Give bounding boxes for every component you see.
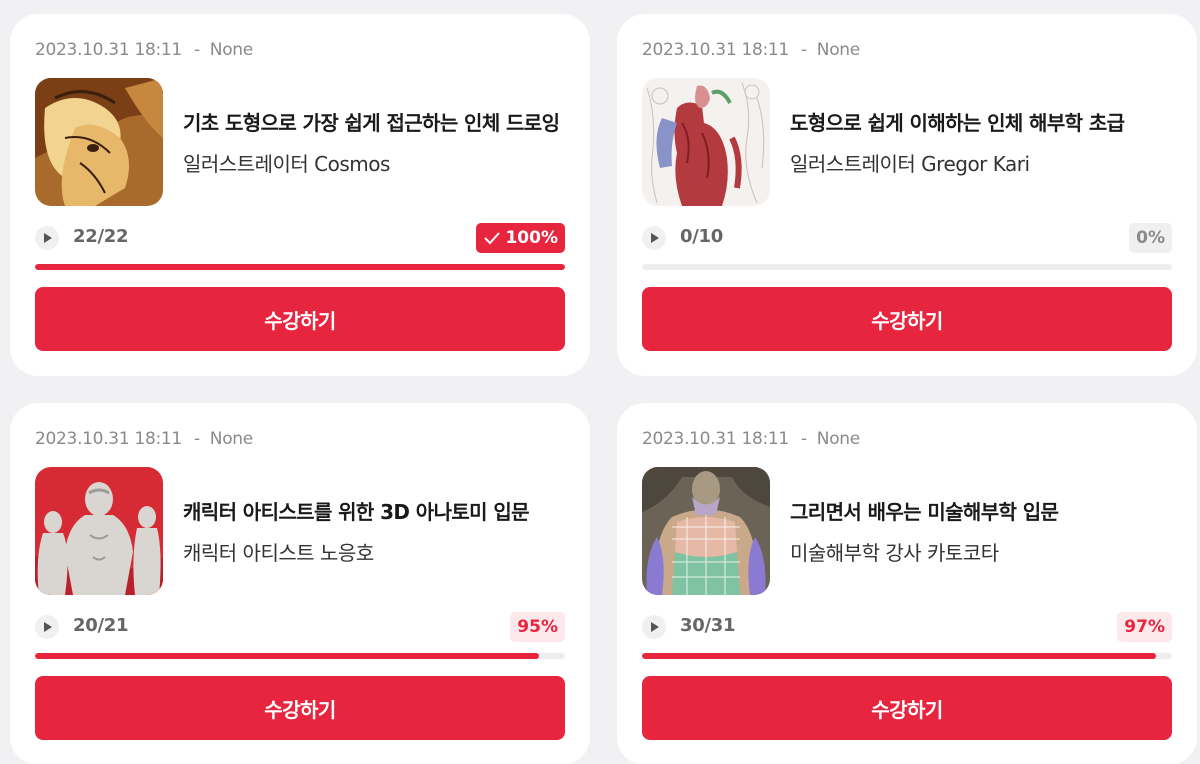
progress-fill: [35, 264, 565, 270]
lesson-count: 22/22: [73, 226, 129, 247]
lesson-count: 20/21: [73, 615, 129, 636]
progress-bar: [642, 264, 1172, 270]
progress-percent: 95%: [517, 617, 558, 637]
enroll-button[interactable]: 수강하기: [642, 287, 1172, 351]
lesson-count: 30/31: [680, 615, 736, 636]
course-instructor: 캐릭터 아티스트 노응호: [183, 540, 374, 565]
course-stats: 22/22 100%: [35, 223, 565, 253]
play-icon: [642, 226, 666, 250]
check-icon: [484, 232, 501, 245]
course-instructor: 미술해부학 강사 카토코타: [790, 540, 999, 565]
progress-badge: 0%: [1129, 223, 1172, 253]
progress-percent: 100%: [505, 228, 558, 248]
course-date: 2023.10.31 18:11: [35, 429, 182, 449]
course-card: 2023.10.31 18:11- None 기초 도형으로 가장 쉽게 접근하는…: [10, 14, 590, 376]
course-title[interactable]: 그리면서 배우는 미술해부학 입문: [790, 497, 1175, 527]
course-meta: 2023.10.31 18:11- None: [35, 429, 253, 449]
course-date: 2023.10.31 18:11: [35, 40, 182, 60]
course-meta: 2023.10.31 18:11- None: [642, 40, 860, 60]
play-icon: [35, 226, 59, 250]
course-date: 2023.10.31 18:11: [642, 429, 789, 449]
lesson-count: 0/10: [680, 226, 723, 247]
progress-badge: 95%: [510, 612, 565, 642]
course-info: 그리면서 배우는 미술해부학 입문 미술해부학 강사 카토코타: [790, 467, 1175, 595]
course-info: 도형으로 쉽게 이해하는 인체 해부학 초급 일러스트레이터 Gregor Ka…: [790, 78, 1175, 206]
progress-badge: 100%: [476, 223, 565, 253]
course-stats: 30/31 97%: [642, 612, 1172, 642]
course-meta: 2023.10.31 18:11- None: [35, 40, 253, 60]
course-card: 2023.10.31 18:11- None 도형으로 쉽게 이해하는 인체 해…: [617, 14, 1197, 376]
course-thumbnail[interactable]: [642, 467, 770, 595]
progress-bar: [35, 653, 565, 659]
course-title[interactable]: 캐릭터 아티스트를 위한 3D 아나토미 입문: [183, 497, 568, 527]
course-thumbnail[interactable]: [642, 78, 770, 206]
course-status: None: [816, 429, 860, 449]
progress-fill: [35, 653, 539, 659]
progress-bar: [642, 653, 1172, 659]
course-card: 2023.10.31 18:11-None 그리면서 배우는 미술해부학 입문: [617, 403, 1197, 764]
course-info: 기초 도형으로 가장 쉽게 접근하는 인체 드로잉 일러스트레이터 Cosmos: [183, 78, 568, 206]
course-title[interactable]: 도형으로 쉽게 이해하는 인체 해부학 초급: [790, 108, 1175, 138]
course-thumbnail[interactable]: [35, 78, 163, 206]
play-icon: [642, 615, 666, 639]
progress-percent: 97%: [1124, 617, 1165, 637]
course-instructor: 일러스트레이터 Gregor Kari: [790, 151, 1030, 176]
enroll-button[interactable]: 수강하기: [35, 287, 565, 351]
progress-percent: 0%: [1136, 228, 1165, 248]
course-date: 2023.10.31 18:11: [642, 40, 789, 60]
course-status: None: [209, 40, 253, 60]
progress-badge: 97%: [1117, 612, 1172, 642]
course-info: 캐릭터 아티스트를 위한 3D 아나토미 입문 캐릭터 아티스트 노응호: [183, 467, 568, 595]
course-instructor: 일러스트레이터 Cosmos: [183, 151, 390, 176]
course-stats: 20/21 95%: [35, 612, 565, 642]
course-meta: 2023.10.31 18:11- None: [642, 429, 860, 449]
thumbnail-illustration: [642, 467, 770, 595]
enroll-button[interactable]: 수강하기: [642, 676, 1172, 740]
enroll-button[interactable]: 수강하기: [35, 676, 565, 740]
play-icon: [35, 615, 59, 639]
course-status: None: [816, 40, 860, 60]
thumbnail-illustration: [35, 78, 163, 206]
course-thumbnail[interactable]: [35, 467, 163, 595]
course-title[interactable]: 기초 도형으로 가장 쉽게 접근하는 인체 드로잉: [183, 108, 568, 138]
thumbnail-illustration: [35, 467, 163, 595]
course-grid: 2023.10.31 18:11- None 기초 도형으로 가장 쉽게 접근하는…: [0, 0, 1200, 764]
course-card: 2023.10.31 18:11- None 캐릭터 아티스트를 위한 3D 아나: [10, 403, 590, 764]
progress-bar: [35, 264, 565, 270]
course-status: None: [209, 429, 253, 449]
progress-fill: [642, 653, 1157, 659]
course-stats: 0/10 0%: [642, 223, 1172, 253]
thumbnail-illustration: [642, 78, 770, 206]
